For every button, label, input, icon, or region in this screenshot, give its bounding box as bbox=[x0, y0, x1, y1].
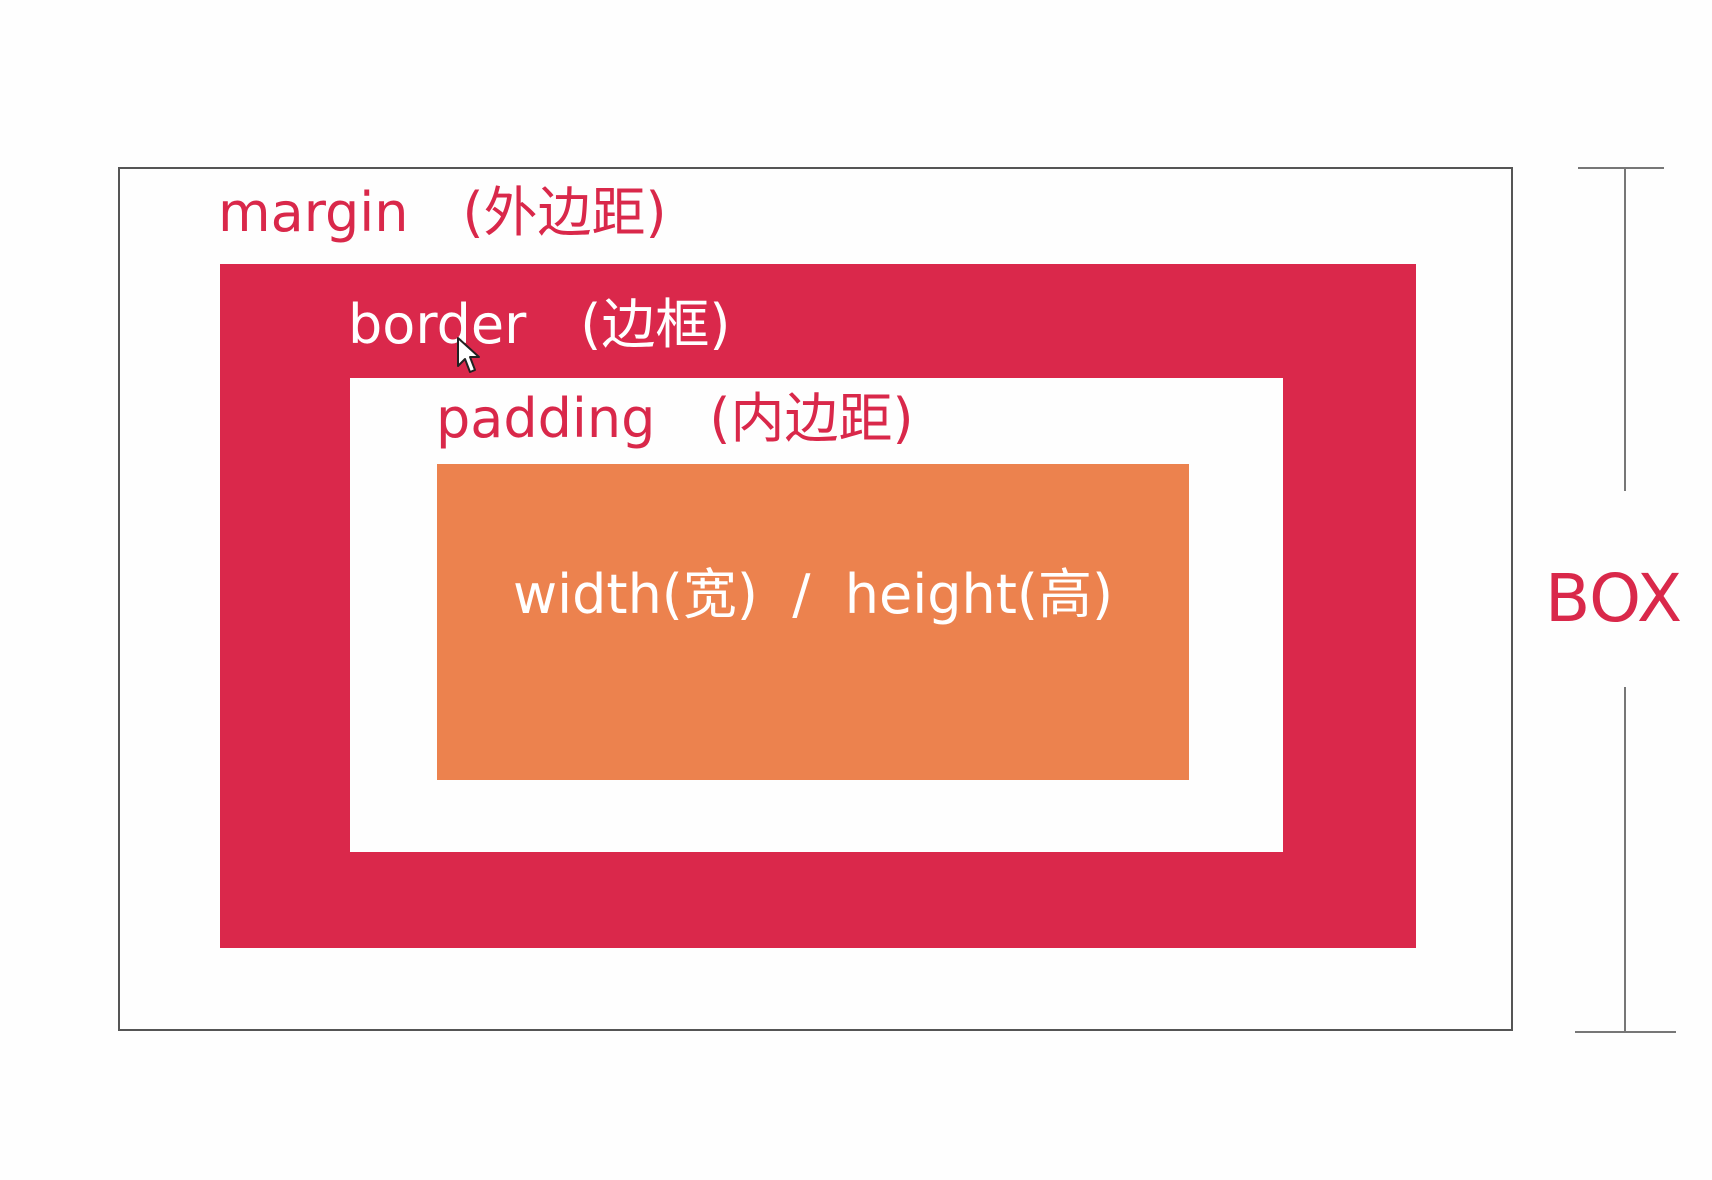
box-dimension-line-lower bbox=[1624, 687, 1626, 1033]
padding-label: padding (内边距) bbox=[436, 387, 914, 450]
box-label: BOX bbox=[1545, 560, 1683, 637]
box-dimension-top-cap bbox=[1578, 167, 1664, 169]
mouse-pointer-icon bbox=[457, 337, 480, 373]
border-label: border (边框) bbox=[348, 293, 731, 356]
content-label: width(宽) / height(高) bbox=[512, 563, 1114, 626]
box-dimension-line-upper bbox=[1624, 167, 1626, 491]
box-model-diagram: margin (外边距) border (边框) padding (内边距) w… bbox=[0, 0, 1712, 1180]
box-dimension-bottom-cap bbox=[1575, 1031, 1676, 1033]
margin-label: margin (外边距) bbox=[218, 181, 667, 244]
